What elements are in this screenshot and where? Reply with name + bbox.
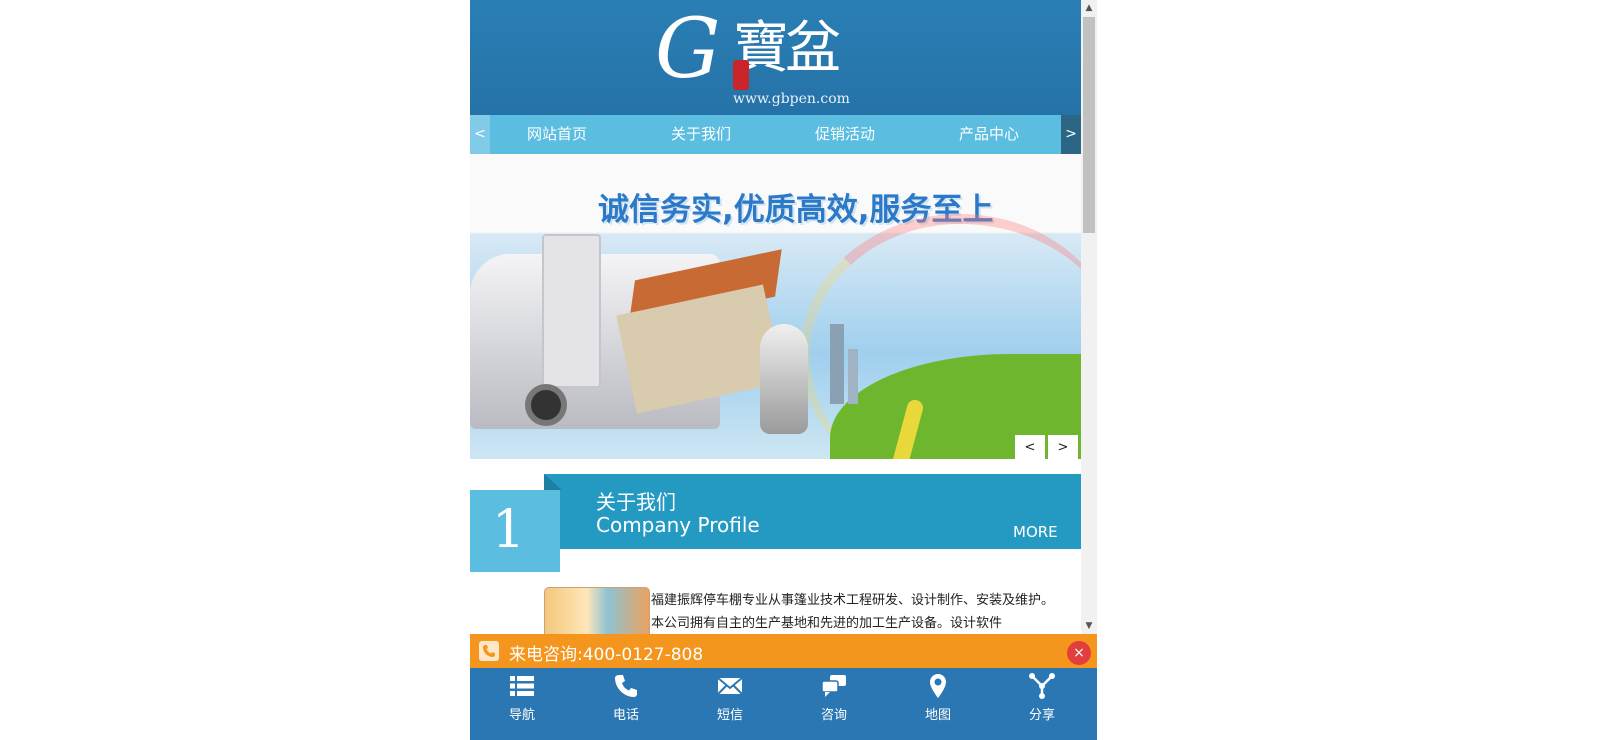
slide-next-button[interactable]: > — [1048, 435, 1078, 459]
worker-figure-graphic — [760, 324, 808, 434]
banner-slider[interactable]: 诚信务实,优质高效,服务至上 < > — [470, 154, 1081, 459]
header: G 寶盆 www.gbpen.com — [470, 0, 1081, 115]
logo-letter: G — [655, 2, 721, 97]
phone-number[interactable]: 400-0127-808 — [583, 645, 703, 665]
bottom-item-label: 分享 — [1028, 708, 1055, 723]
section-number: 1 — [492, 500, 526, 560]
scroll-down-arrow-icon[interactable]: ▼ — [1081, 618, 1097, 634]
bottom-item-sms[interactable]: 短信 — [678, 668, 782, 740]
van-door-graphic — [542, 234, 601, 388]
nav-next-button[interactable]: > — [1061, 115, 1081, 154]
phone-consult-label: 来电咨询: — [509, 645, 583, 665]
phone-consult-text[interactable]: 来电咨询:400-0127-808 — [509, 640, 703, 665]
close-button[interactable]: × — [1067, 641, 1091, 665]
bottom-item-label: 导航 — [508, 708, 535, 723]
mobile-page: G 寶盆 www.gbpen.com < 网站首页 关于我们 促销活动 产品中心… — [470, 0, 1097, 740]
bottom-item-map[interactable]: 地图 — [886, 668, 990, 740]
scroll-up-arrow-icon[interactable]: ▲ — [1081, 0, 1097, 16]
about-title: 关于我们 — [596, 490, 676, 514]
about-subtitle: Company Profile — [596, 513, 760, 537]
about-text: 福建振辉停车棚专业从事篷业技术工程研发、设计制作、安装及维护。 本公司拥有自主的… — [651, 593, 1055, 631]
scroll-thumb[interactable] — [1083, 17, 1095, 233]
main-nav: < 网站首页 关于我们 促销活动 产品中心 > — [470, 115, 1081, 154]
nav-item-promotions[interactable]: 促销活动 — [785, 115, 905, 154]
bottom-item-label: 电话 — [612, 708, 639, 723]
logo-url: www.gbpen.com — [733, 91, 850, 107]
van-wheel-graphic — [525, 384, 567, 426]
bottom-item-consult[interactable]: 咨询 — [782, 668, 886, 740]
bottom-item-label: 地图 — [924, 708, 951, 723]
bottom-item-phone[interactable]: 电话 — [574, 668, 678, 740]
about-more-link[interactable]: MORE — [1013, 523, 1058, 541]
logo[interactable]: G 寶盆 www.gbpen.com — [655, 8, 855, 112]
chat-icon — [821, 675, 846, 697]
nav-item-home[interactable]: 网站首页 — [497, 115, 617, 154]
phone-icon — [615, 675, 637, 697]
list-icon — [510, 676, 534, 696]
nav-item-products[interactable]: 产品中心 — [929, 115, 1049, 154]
bottom-item-nav[interactable]: 导航 — [470, 668, 574, 740]
phone-icon — [479, 641, 499, 661]
nav-item-about[interactable]: 关于我们 — [641, 115, 761, 154]
scrollbar[interactable]: ▲ ▼ — [1081, 0, 1097, 634]
building-graphic — [848, 349, 858, 404]
map-pin-icon — [930, 674, 946, 698]
bottom-item-share[interactable]: 分享 — [990, 668, 1094, 740]
bottom-item-label: 咨询 — [820, 708, 847, 723]
bottom-toolbar: 导航 电话 短信 咨询 地图 分享 — [470, 668, 1097, 740]
section-number-box: 1 — [470, 490, 560, 572]
logo-seal-icon — [733, 60, 749, 90]
building-graphic — [830, 324, 844, 404]
share-icon — [1029, 673, 1055, 699]
bottom-item-label: 短信 — [716, 708, 743, 723]
phone-consult-bar[interactable]: 来电咨询:400-0127-808 × — [470, 634, 1097, 668]
nav-prev-button[interactable]: < — [470, 115, 490, 154]
envelope-icon — [717, 677, 743, 695]
slide-prev-button[interactable]: < — [1015, 435, 1045, 459]
